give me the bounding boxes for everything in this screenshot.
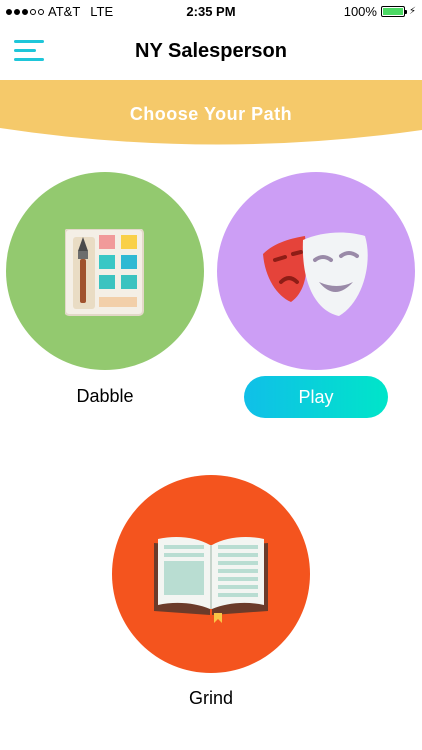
play-path-image[interactable] <box>217 172 415 370</box>
status-bar: AT&T LTE 2:35 PM 100% ⚡ <box>0 0 422 22</box>
dabble-path-button[interactable] <box>6 172 204 370</box>
status-right: 100% ⚡ <box>344 4 416 19</box>
app-title: NY Salesperson <box>135 40 287 62</box>
banner-title: Choose Your Path <box>129 104 293 124</box>
battery-level-fill <box>382 8 403 15</box>
grind-label: Grind <box>188 688 233 708</box>
grind-path-button[interactable] <box>112 475 310 673</box>
battery-icon <box>380 6 407 17</box>
app-header: NY Salesperson <box>0 22 422 80</box>
paint-palette-icon <box>65 229 144 316</box>
dabble-label: Dabble <box>76 386 134 406</box>
play-button[interactable]: Play <box>244 376 388 418</box>
open-book-icon <box>154 537 268 623</box>
charging-bolt-icon: ⚡ <box>408 6 416 17</box>
path-banner: Choose Your Path <box>0 80 422 150</box>
battery-percentage: 100% <box>343 4 377 19</box>
theater-masks-icon <box>263 232 368 316</box>
